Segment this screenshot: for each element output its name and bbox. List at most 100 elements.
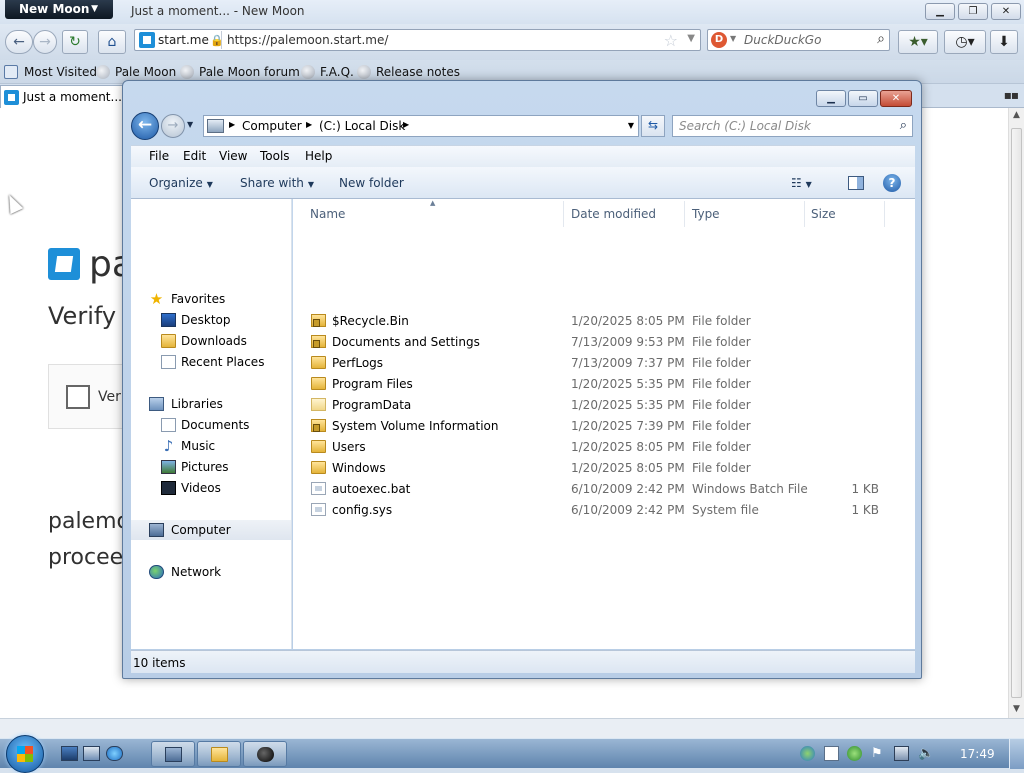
- bookmarks-menu-button[interactable]: ★▾: [898, 30, 938, 54]
- column-divider[interactable]: [563, 201, 564, 227]
- forward-button[interactable]: →: [33, 30, 57, 54]
- nav-libraries[interactable]: Libraries: [131, 394, 291, 414]
- url-input[interactable]: https://palemoon.start.me/: [227, 33, 388, 47]
- action-center-flag-icon[interactable]: ⚑: [871, 746, 886, 761]
- column-divider[interactable]: [684, 201, 685, 227]
- menu-edit[interactable]: Edit: [183, 149, 206, 163]
- bookmark-faq[interactable]: F.A.Q.: [301, 65, 354, 79]
- network-tray-icon[interactable]: [800, 746, 815, 761]
- explorer-refresh-button[interactable]: ⇆: [641, 115, 665, 137]
- table-row[interactable]: System Volume Information 1/20/2025 7:39…: [303, 416, 903, 437]
- change-view-button[interactable]: ☷ ▼: [791, 176, 831, 190]
- security-tray-icon[interactable]: [847, 746, 862, 761]
- page-scrollbar[interactable]: ▲ ▼: [1008, 108, 1024, 718]
- document-tray-icon[interactable]: [824, 746, 839, 761]
- volume-muted-icon[interactable]: 🔈: [918, 746, 934, 761]
- start-button[interactable]: [6, 735, 44, 773]
- url-bar[interactable]: start.me 🔒 https://palemoon.start.me/ ☆ …: [134, 29, 701, 51]
- column-divider[interactable]: [884, 201, 885, 227]
- nav-recent-places[interactable]: Recent Places: [131, 352, 291, 372]
- nav-favorites[interactable]: ★ Favorites: [131, 289, 291, 309]
- back-button[interactable]: ←: [5, 30, 33, 54]
- restore-button[interactable]: ❐: [958, 3, 988, 20]
- new-folder-button[interactable]: New folder: [339, 176, 404, 190]
- table-row[interactable]: Program Files 1/20/2025 5:35 PM File fol…: [303, 374, 903, 395]
- preview-pane-button[interactable]: [848, 176, 864, 190]
- nav-computer[interactable]: Computer: [131, 520, 291, 540]
- downloads-button[interactable]: ⬇: [990, 30, 1018, 54]
- close-button[interactable]: ✕: [991, 3, 1021, 20]
- search-input[interactable]: DuckDuckGo: [744, 33, 821, 47]
- table-row[interactable]: $Recycle.Bin 1/20/2025 8:05 PM File fold…: [303, 311, 903, 332]
- scroll-up-icon[interactable]: ▲: [1009, 110, 1024, 120]
- show-desktop-quicklaunch-icon[interactable]: [61, 746, 78, 761]
- breadcrumb-chevron-icon[interactable]: ▶: [403, 120, 409, 129]
- column-header-size[interactable]: Size: [811, 207, 836, 221]
- column-header-type[interactable]: Type: [692, 207, 720, 221]
- bookmark-pale-moon-forum[interactable]: Pale Moon forum: [180, 65, 300, 79]
- search-go-icon[interactable]: ⌕: [877, 31, 885, 47]
- bookmark-pale-moon[interactable]: Pale Moon: [96, 65, 176, 79]
- show-desktop-button[interactable]: [1009, 739, 1024, 769]
- app-menu-button[interactable]: New Moon ▼: [5, 0, 113, 19]
- table-row[interactable]: ProgramData 1/20/2025 5:35 PM File folde…: [303, 395, 903, 416]
- nav-pictures[interactable]: Pictures: [131, 457, 291, 477]
- table-row[interactable]: autoexec.bat 6/10/2009 2:42 PM Windows B…: [303, 479, 903, 500]
- list-all-tabs-icon[interactable]: ▪▪: [1004, 88, 1019, 102]
- nav-videos[interactable]: Videos: [131, 478, 291, 498]
- menu-view[interactable]: View: [219, 149, 247, 163]
- nav-desktop[interactable]: Desktop: [131, 310, 291, 330]
- organize-button[interactable]: Organize ▼: [149, 176, 213, 190]
- bookmark-star-icon[interactable]: ☆: [664, 31, 678, 50]
- taskbar-clock[interactable]: 17:49: [960, 747, 995, 761]
- duckduckgo-icon[interactable]: D: [711, 32, 727, 48]
- search-bar[interactable]: D ▼ DuckDuckGo ⌕: [707, 29, 890, 51]
- nav-music[interactable]: ♪ Music: [131, 436, 291, 456]
- share-with-button[interactable]: Share with ▼: [240, 176, 314, 190]
- address-dropdown-icon[interactable]: ▼: [628, 121, 634, 130]
- bookmark-most-visited[interactable]: Most Visited: [4, 65, 97, 79]
- explorer-search-input[interactable]: Search (C:) Local Disk: [679, 119, 811, 133]
- taskbar-item-explorer[interactable]: [197, 741, 241, 767]
- tab-just-a-moment[interactable]: Just a moment...: [0, 85, 130, 108]
- network-connection-icon[interactable]: [894, 746, 909, 761]
- table-row[interactable]: Documents and Settings 7/13/2009 9:53 PM…: [303, 332, 903, 353]
- url-history-dropdown-icon[interactable]: ▼: [687, 33, 695, 44]
- minimize-button[interactable]: ▁: [925, 3, 955, 20]
- help-button[interactable]: ?: [883, 174, 901, 192]
- explorer-close-button[interactable]: ✕: [880, 90, 912, 107]
- internet-explorer-icon[interactable]: [106, 746, 123, 761]
- history-button[interactable]: ◷▾: [944, 30, 986, 54]
- nav-downloads[interactable]: Downloads: [131, 331, 291, 351]
- bookmark-release-notes[interactable]: Release notes: [357, 65, 460, 79]
- column-divider[interactable]: [804, 201, 805, 227]
- breadcrumb-chevron-icon[interactable]: ▶: [306, 120, 312, 129]
- search-engine-dropdown-icon[interactable]: ▼: [730, 34, 736, 43]
- table-row[interactable]: Users 1/20/2025 8:05 PM File folder: [303, 437, 903, 458]
- home-button[interactable]: ⌂: [98, 30, 126, 54]
- explorer-maximize-button[interactable]: ▭: [848, 90, 878, 107]
- explorer-minimize-button[interactable]: ▁: [816, 90, 846, 107]
- table-row[interactable]: config.sys 6/10/2009 2:42 PM System file…: [303, 500, 903, 521]
- column-header-date[interactable]: Date modified: [571, 207, 656, 221]
- menu-help[interactable]: Help: [305, 149, 332, 163]
- taskbar-item-computer[interactable]: [151, 741, 195, 767]
- taskbar-item-new-moon[interactable]: [243, 741, 287, 767]
- explorer-forward-button[interactable]: →: [161, 114, 185, 138]
- search-icon[interactable]: ⌕: [900, 118, 907, 133]
- scroll-down-icon[interactable]: ▼: [1009, 704, 1024, 714]
- recent-pages-dropdown-icon[interactable]: ▼: [187, 120, 193, 129]
- verify-checkbox[interactable]: [66, 385, 90, 409]
- menu-tools[interactable]: Tools: [260, 149, 290, 163]
- explorer-address-bar[interactable]: ▶ Computer ▶ (C:) Local Disk ▶ ▼: [203, 115, 639, 137]
- breadcrumb-local-disk[interactable]: (C:) Local Disk: [319, 119, 405, 133]
- explorer-search-box[interactable]: Search (C:) Local Disk ⌕: [672, 115, 913, 137]
- nav-documents[interactable]: Documents: [131, 415, 291, 435]
- breadcrumb-chevron-icon[interactable]: ▶: [229, 120, 235, 129]
- column-header-name[interactable]: Name: [310, 207, 345, 221]
- explorer-back-button[interactable]: ←: [131, 112, 159, 140]
- scrollbar-thumb[interactable]: [1011, 128, 1022, 698]
- table-row[interactable]: Windows 1/20/2025 8:05 PM File folder: [303, 458, 903, 479]
- switch-windows-icon[interactable]: [83, 746, 100, 761]
- breadcrumb-computer[interactable]: Computer: [242, 119, 302, 133]
